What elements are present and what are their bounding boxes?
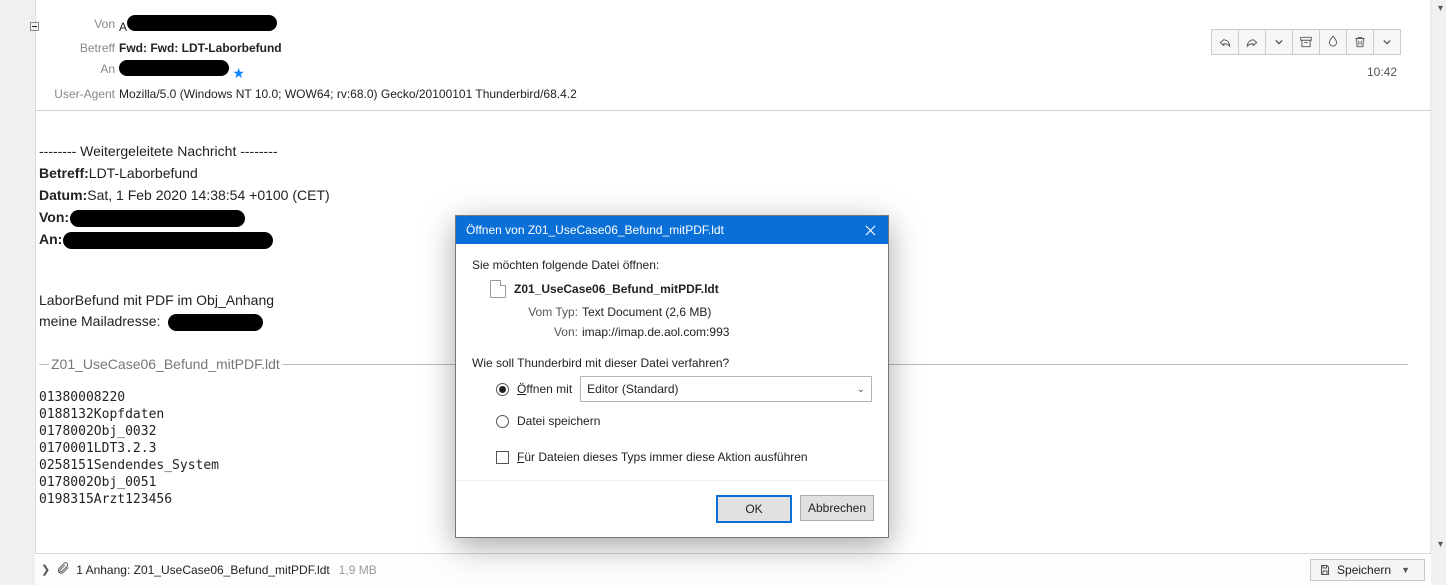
subject-label: Betreff xyxy=(35,39,119,57)
redacted xyxy=(70,210,245,227)
chevron-down-icon: ⌄ xyxy=(857,384,865,395)
open-with-label: Öffnen mit xyxy=(517,382,572,396)
from-label: Von xyxy=(35,15,119,33)
header-toolbar xyxy=(1212,29,1401,55)
to-value: ★ xyxy=(119,60,245,82)
redacted xyxy=(63,232,273,249)
fwd-date: Datum:Sat, 1 Feb 2020 14:38:54 +0100 (CE… xyxy=(39,184,1408,206)
message-header: Von A Betreff Fwd: Fwd: LDT-Laborbefund … xyxy=(35,15,1431,111)
chevron-down-icon: ▼ xyxy=(1401,565,1410,575)
forwarded-divider: -------- Weitergeleitete Nachricht -----… xyxy=(39,141,1408,162)
open-with-app-select[interactable]: Editor (Standard) ⌄ xyxy=(580,376,872,402)
more-menu-button[interactable] xyxy=(1373,29,1401,55)
user-agent-value: Mozilla/5.0 (Windows NT 10.0; WOW64; rv:… xyxy=(119,85,577,103)
fwd-subject: Betreff:LDT-Laborbefund xyxy=(39,162,1408,184)
dialog-title: Öffnen von Z01_UseCase06_Befund_mitPDF.l… xyxy=(466,223,724,237)
subject-value: Fwd: Fwd: LDT-Laborbefund xyxy=(119,39,282,57)
source-label: Von: xyxy=(514,322,578,342)
dialog-close-button[interactable] xyxy=(852,216,888,244)
left-gutter xyxy=(0,0,36,585)
open-file-dialog: Öffnen von Z01_UseCase06_Befund_mitPDF.l… xyxy=(455,215,889,538)
message-time: 10:42 xyxy=(1367,65,1397,79)
forward-menu-button[interactable] xyxy=(1265,29,1293,55)
type-label: Vom Typ: xyxy=(514,302,578,322)
outer-scrollbar[interactable]: ▾ ▾ xyxy=(1430,0,1446,585)
attachment-bar: ❯ 1 Anhang: Z01_UseCase06_Befund_mitPDF.… xyxy=(35,553,1431,585)
redacted xyxy=(119,60,229,76)
open-with-selected: Editor (Standard) xyxy=(587,382,678,396)
redacted xyxy=(127,15,277,31)
always-label: Für Dateien dieses Typs immer diese Akti… xyxy=(517,450,808,464)
forward-button[interactable] xyxy=(1238,29,1266,55)
junk-button[interactable] xyxy=(1319,29,1347,55)
redacted xyxy=(168,314,263,331)
cancel-button[interactable]: Abbrechen xyxy=(800,495,874,521)
save-button-label: Speichern xyxy=(1337,563,1391,577)
open-with-radio[interactable] xyxy=(496,383,509,396)
ok-button[interactable]: OK xyxy=(716,495,792,523)
dialog-titlebar[interactable]: Öffnen von Z01_UseCase06_Befund_mitPDF.l… xyxy=(456,216,888,244)
archive-button[interactable] xyxy=(1292,29,1320,55)
inline-attachment-name: Z01_UseCase06_Befund_mitPDF.ldt xyxy=(49,354,282,375)
save-file-radio[interactable] xyxy=(496,415,509,428)
scroll-down-icon[interactable]: ▾ xyxy=(1438,539,1443,550)
email-window: ▾ ▾ Von A Betreff Fwd: Fwd: LDT-Laborbef… xyxy=(0,0,1446,585)
delete-button[interactable] xyxy=(1346,29,1374,55)
contact-star-icon[interactable]: ★ xyxy=(232,65,245,81)
save-file-label: Datei speichern xyxy=(517,414,600,428)
dialog-intro: Sie möchten folgende Datei öffnen: xyxy=(472,258,872,272)
attachment-item[interactable]: 1 Anhang: Z01_UseCase06_Befund_mitPDF.ld… xyxy=(76,563,330,577)
attachment-expand-toggle[interactable]: ❯ xyxy=(41,563,50,576)
dialog-filename: Z01_UseCase06_Befund_mitPDF.ldt xyxy=(514,282,719,296)
always-checkbox[interactable] xyxy=(496,451,509,464)
user-agent-label: User-Agent xyxy=(35,85,119,103)
from-value: A xyxy=(119,15,277,36)
reply-button[interactable] xyxy=(1211,29,1239,55)
scroll-down-icon[interactable]: ▾ xyxy=(1438,3,1443,14)
dialog-question: Wie soll Thunderbird mit dieser Datei ve… xyxy=(472,356,872,370)
type-value: Text Document (2,6 MB) xyxy=(582,305,711,319)
save-attachment-button[interactable]: Speichern ▼ xyxy=(1310,559,1425,581)
to-label: An xyxy=(35,60,119,78)
attachment-size: 1,9 MB xyxy=(339,563,377,577)
source-value: imap://imap.de.aol.com:993 xyxy=(582,325,729,339)
paperclip-icon xyxy=(56,561,70,578)
file-icon xyxy=(490,280,506,298)
